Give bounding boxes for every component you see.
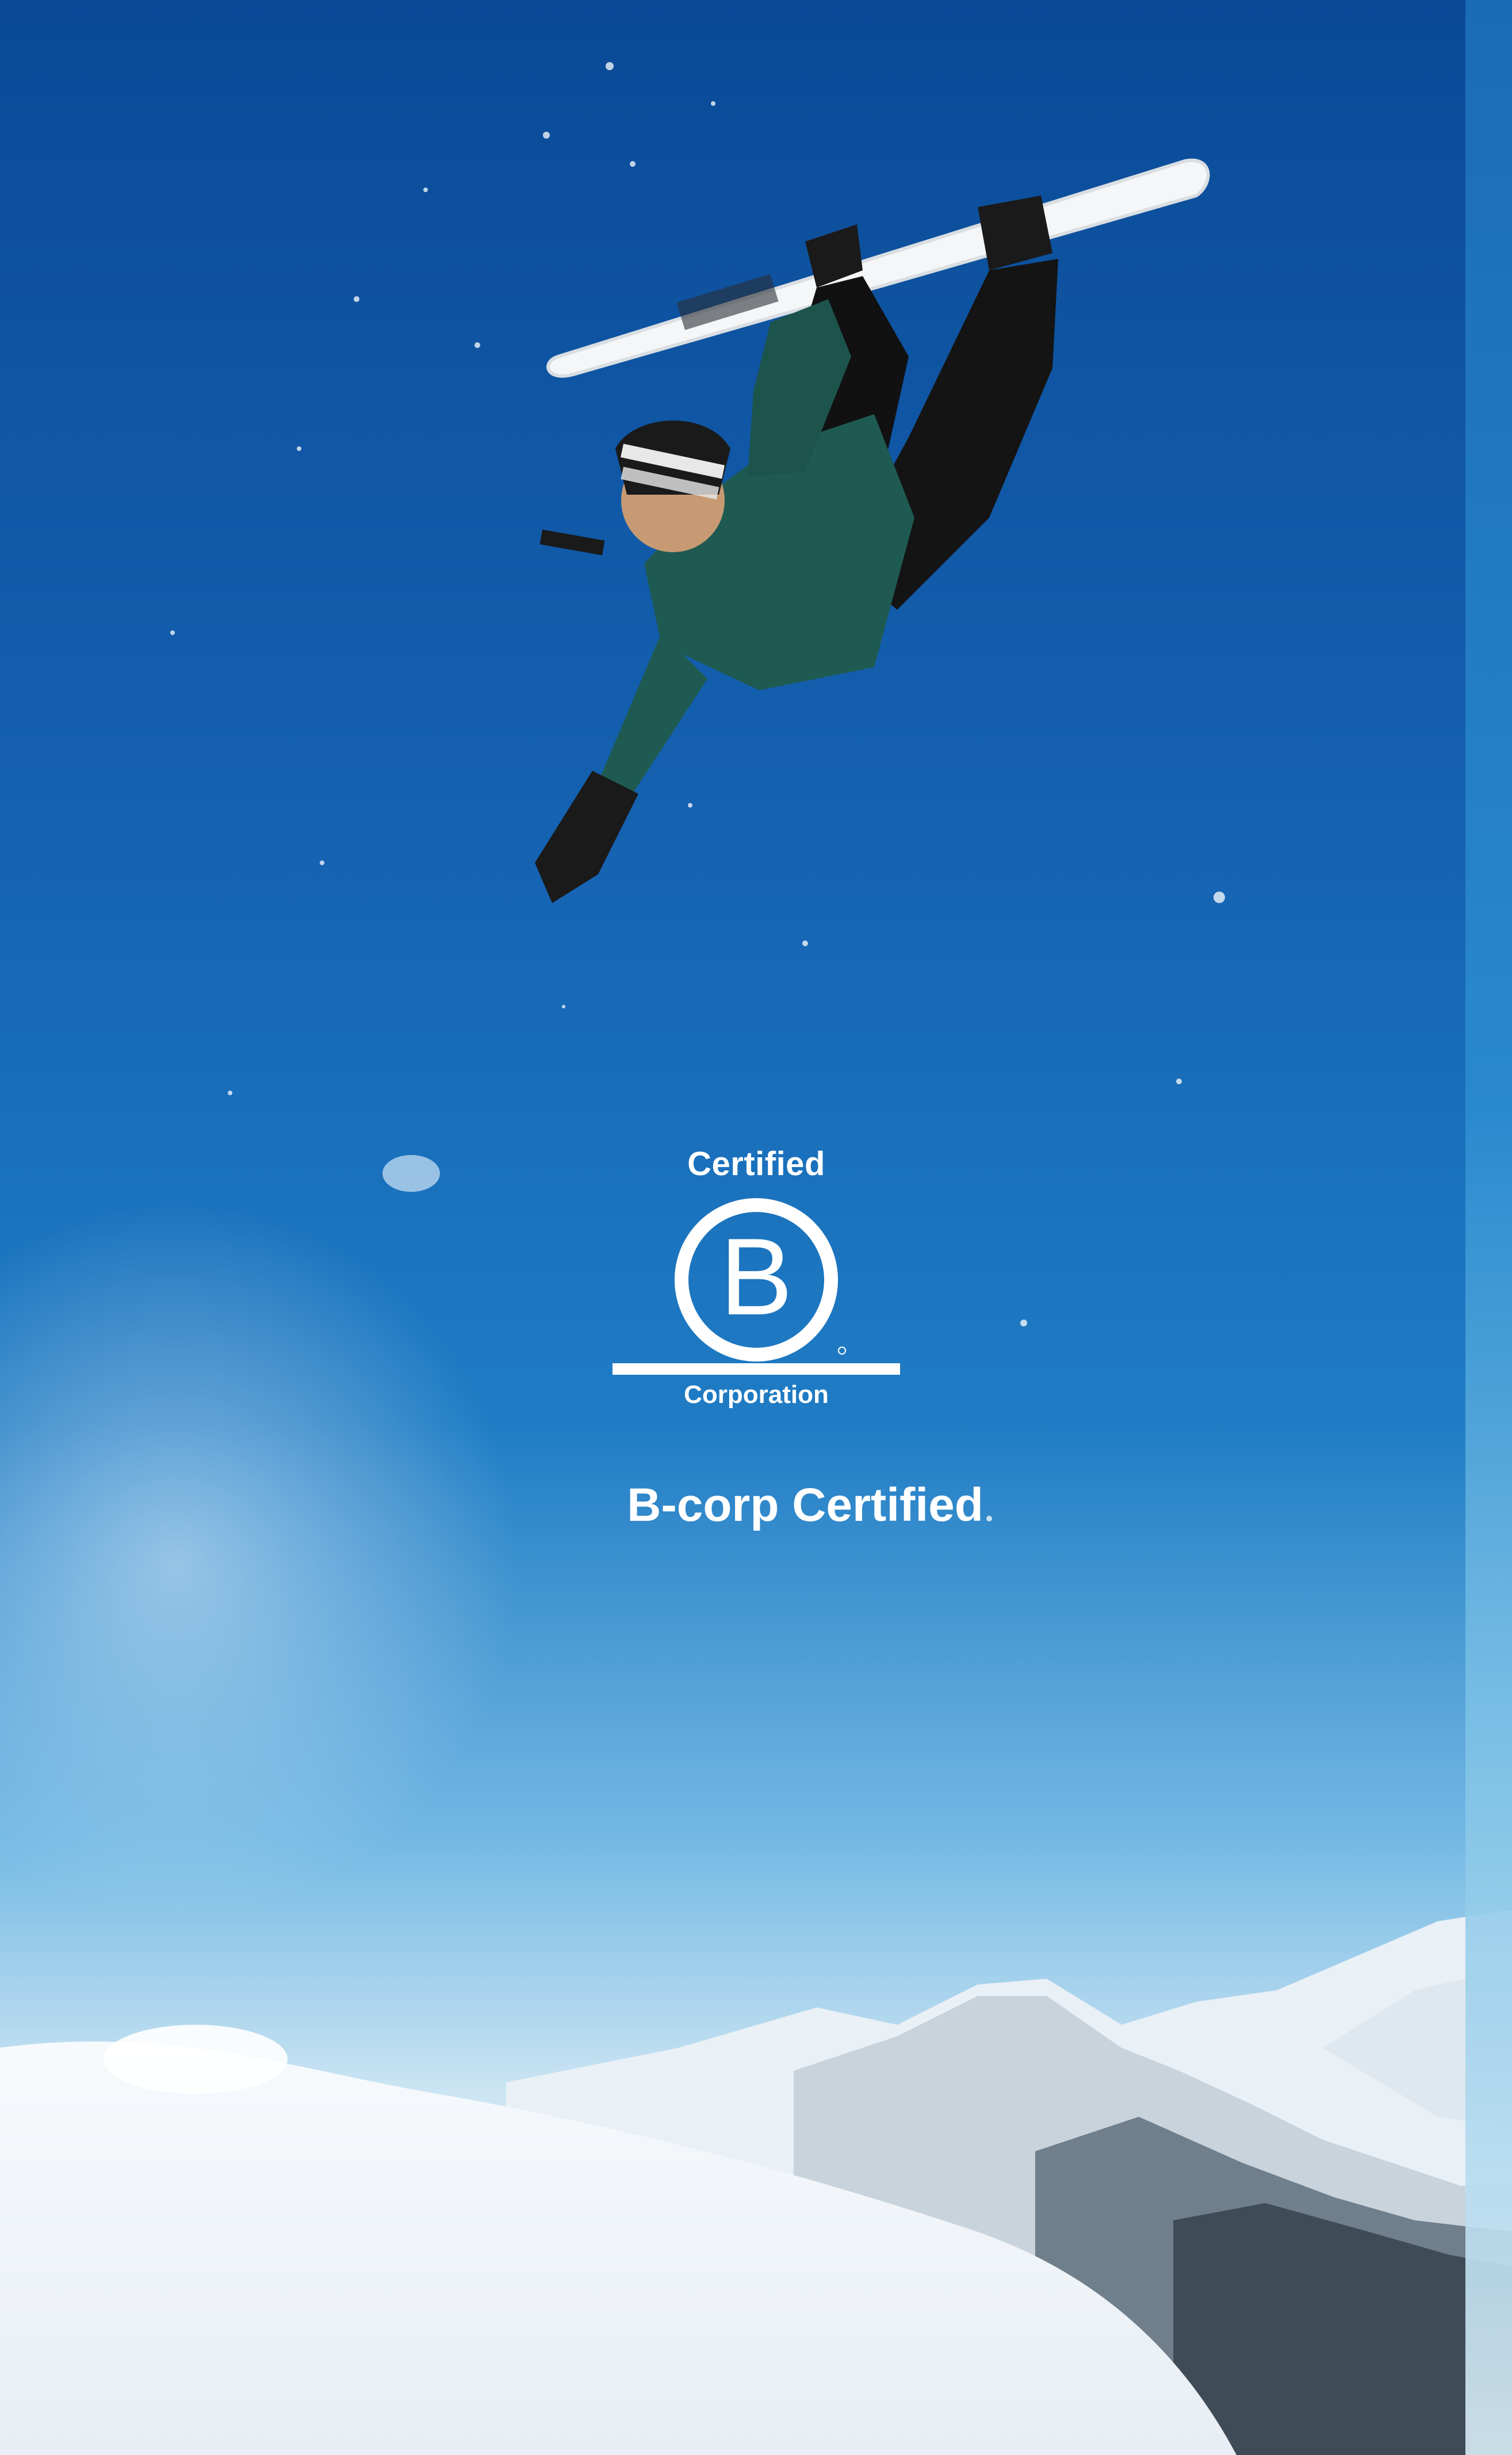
lens-flare <box>382 1155 440 1192</box>
badge-corporation-label: Corporation <box>684 1381 829 1409</box>
b-corp-caption: B-corp Certified <box>627 1479 983 1531</box>
b-corp-logo: B <box>610 1191 903 1386</box>
powder-mist <box>0 920 978 1956</box>
snow-mound <box>104 2025 288 2094</box>
badge-letter: B <box>720 1216 793 1338</box>
page-edge-strip <box>1465 0 1512 2455</box>
b-corp-badge: Certified B Corporation <box>610 1145 903 1421</box>
badge-certified-label: Certified <box>687 1145 825 1183</box>
